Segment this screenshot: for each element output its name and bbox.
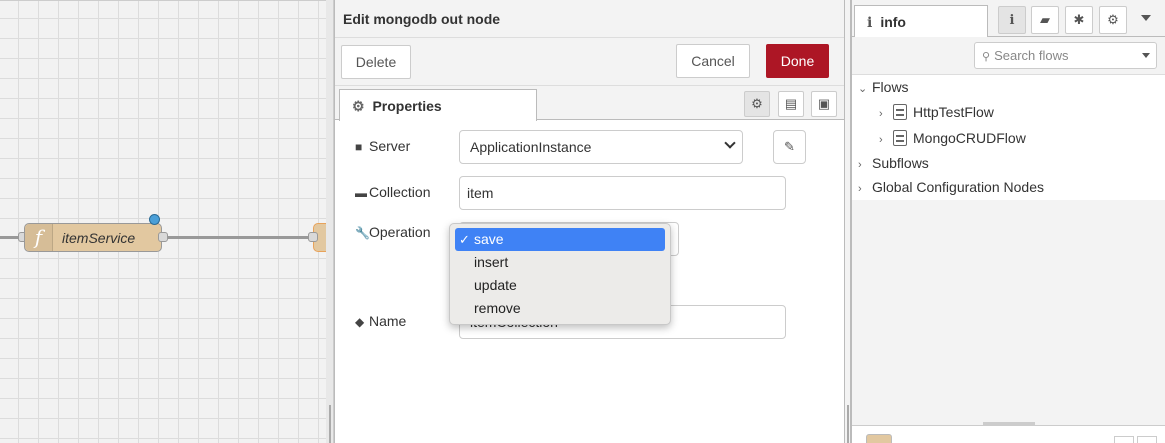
node-changed-indicator bbox=[149, 214, 160, 225]
pencil-icon: ✎ bbox=[784, 139, 795, 154]
tray-toolbar: Delete Cancel Done bbox=[335, 38, 844, 86]
delete-button[interactable]: Delete bbox=[341, 45, 411, 79]
chevron-right-icon: › bbox=[858, 159, 862, 171]
footer-button[interactable] bbox=[1114, 436, 1134, 443]
search-flows-input[interactable]: ⚲ Search flows bbox=[974, 42, 1157, 69]
tree-item-flows[interactable]: ⌄ Flows bbox=[858, 75, 909, 99]
chevron-down-icon[interactable] bbox=[1142, 53, 1150, 58]
sidebar-menu-chevron-icon[interactable] bbox=[1141, 15, 1151, 21]
info-panel bbox=[852, 200, 1165, 425]
name-label: ◆ Name bbox=[355, 313, 407, 329]
config-gear-icon[interactable]: ⚙ bbox=[1099, 6, 1127, 34]
tree-item-flow[interactable]: › MongoCRUDFlow bbox=[879, 126, 1026, 150]
function-icon: f bbox=[25, 224, 53, 251]
function-node[interactable]: f itemService bbox=[24, 223, 162, 252]
gear-icon: ⚙ bbox=[352, 98, 365, 114]
node-properties-icon[interactable]: ⚙ bbox=[744, 91, 770, 117]
bookmark-icon: ■ bbox=[355, 140, 363, 154]
operation-label: 🔧Operation bbox=[355, 224, 431, 240]
flow-icon bbox=[893, 130, 907, 146]
footer-button[interactable] bbox=[1137, 436, 1157, 443]
canvas-scrollbar[interactable] bbox=[326, 0, 334, 443]
dropdown-option[interactable]: update bbox=[455, 274, 665, 297]
info-icon: i bbox=[1009, 13, 1015, 28]
briefcase-icon: ▬ bbox=[355, 186, 367, 200]
search-icon: ⚲ bbox=[982, 51, 991, 63]
search-bar: ⚲ Search flows bbox=[852, 37, 1165, 75]
chevron-right-icon: › bbox=[879, 108, 883, 120]
dropdown-option[interactable]: remove bbox=[455, 297, 665, 320]
tab-properties[interactable]: ⚙ Properties bbox=[339, 89, 537, 121]
operation-dropdown: ✓ save insert update remove bbox=[449, 223, 671, 325]
sidebar-tabs: i info i ▰ ✱ ⚙ bbox=[852, 0, 1165, 38]
scrollbar-thumb[interactable] bbox=[329, 405, 331, 443]
tag-icon: ◆ bbox=[355, 315, 365, 329]
debug-bug-icon[interactable]: ✱ bbox=[1065, 6, 1093, 34]
edit-server-button[interactable]: ✎ bbox=[773, 130, 806, 164]
chevron-right-icon: › bbox=[879, 134, 883, 146]
info-tab-button[interactable]: i bbox=[998, 6, 1026, 34]
tree-item-flow[interactable]: › HttpTestFlow bbox=[879, 100, 994, 124]
chevron-down-icon bbox=[724, 137, 736, 149]
dropdown-option[interactable]: insert bbox=[455, 251, 665, 274]
node-input-port[interactable] bbox=[308, 232, 318, 242]
node-output-port[interactable] bbox=[158, 232, 168, 242]
flow-icon bbox=[893, 104, 907, 120]
wrench-icon: 🔧 bbox=[355, 226, 370, 240]
flow-tree: ⌄ Flows › HttpTestFlow › MongoCRUDFlow › Sub… bbox=[852, 75, 1165, 200]
sidebar: i info i ▰ ✱ ⚙ ⚲ Search flows ⌄ Flows › Http… bbox=[851, 0, 1165, 443]
tab-info[interactable]: i info bbox=[854, 5, 988, 38]
server-select[interactable]: ApplicationInstance bbox=[459, 130, 743, 164]
server-row: ■ Server ApplicationInstance ✎ bbox=[355, 130, 806, 164]
info-icon: i bbox=[867, 15, 873, 31]
server-label: ■ Server bbox=[355, 138, 411, 154]
chevron-right-icon: › bbox=[858, 183, 862, 195]
scrollbar-thumb[interactable] bbox=[847, 405, 849, 443]
done-button[interactable]: Done bbox=[766, 44, 829, 78]
collection-row: ▬ Collection item bbox=[355, 176, 795, 210]
workspace-canvas[interactable]: f itemService bbox=[0, 0, 343, 443]
collection-input[interactable]: item bbox=[459, 176, 786, 210]
help-book-icon[interactable]: ▰ bbox=[1031, 6, 1059, 34]
checkmark-icon: ✓ bbox=[459, 232, 470, 247]
chevron-down-icon: ⌄ bbox=[858, 83, 868, 95]
sidebar-splitter[interactable] bbox=[844, 0, 851, 443]
node-label: itemService bbox=[62, 230, 136, 246]
cancel-button[interactable]: Cancel bbox=[676, 44, 750, 78]
tab-label: Properties bbox=[372, 98, 442, 114]
tray-tabs: ⚙ Properties ⚙ ▤ ▣ bbox=[335, 86, 844, 121]
edit-tray: Edit mongodb out node Delete Cancel Done… bbox=[334, 0, 844, 443]
node-icon bbox=[866, 434, 892, 443]
collection-label: ▬ Collection bbox=[355, 184, 431, 200]
appearance-icon[interactable]: ▣ bbox=[811, 91, 837, 117]
wire[interactable] bbox=[165, 236, 315, 239]
description-icon[interactable]: ▤ bbox=[778, 91, 804, 117]
sidebar-footer bbox=[852, 425, 1165, 443]
dropdown-option[interactable]: ✓ save bbox=[455, 228, 665, 251]
tree-item-subflows[interactable]: › Subflows bbox=[858, 151, 929, 175]
tray-title: Edit mongodb out node bbox=[335, 0, 844, 38]
tree-item-global-config[interactable]: › Global Configuration Nodes bbox=[858, 175, 1044, 199]
